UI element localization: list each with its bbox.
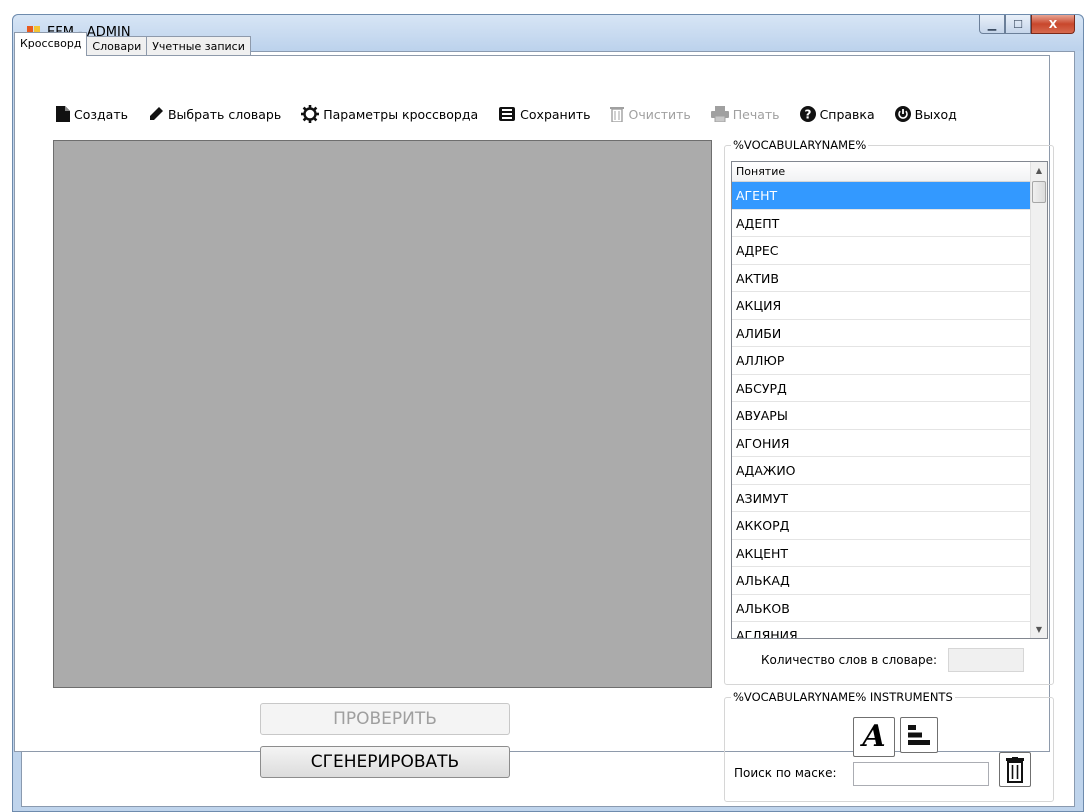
word-row[interactable]: АЗИМУТ <box>732 485 1032 512</box>
select-dictionary-button[interactable]: Выбрать словарь <box>148 106 281 122</box>
word-row[interactable]: АГЕНТ <box>732 182 1032 210</box>
word-row[interactable]: АГЛЯНИЯ <box>732 622 1032 638</box>
tab-crossword[interactable]: Кроссворд <box>14 32 88 56</box>
maximize-button[interactable]: ☐ <box>1005 15 1031 34</box>
check-button[interactable]: ПРОВЕРИТЬ <box>260 703 510 735</box>
scroll-up-icon[interactable]: ▲ <box>1031 162 1047 179</box>
select-dictionary-label: Выбрать словарь <box>167 106 282 122</box>
instruments-group-title: %VOCABULARYNAME% INSTRUMENTS <box>731 690 955 704</box>
clear-button[interactable]: Очистить <box>610 106 691 122</box>
save-button[interactable]: Сохранить <box>498 106 590 122</box>
word-row[interactable]: АЛЬКАД <box>732 567 1032 595</box>
word-count-label: Количество слов в словаре: <box>761 653 938 667</box>
scroll-down-icon[interactable]: ▼ <box>1031 621 1047 638</box>
toolbar: Создать Выбрать словарь Параметры кроссв… <box>56 102 977 126</box>
vertical-scrollbar[interactable]: ▲ ▼ <box>1030 162 1047 638</box>
word-row[interactable]: АДРЕС <box>732 237 1032 265</box>
word-row[interactable]: АКТИВ <box>732 265 1032 292</box>
help-label: Справка <box>819 106 875 122</box>
crossword-canvas[interactable] <box>53 140 712 688</box>
gear-icon <box>301 105 320 123</box>
tab-strip: Кроссворд Словари Учетные записи <box>14 32 251 56</box>
trash-icon <box>1006 756 1024 783</box>
clear-label: Очистить <box>628 106 691 122</box>
word-row[interactable]: АЛЛЮР <box>732 347 1032 375</box>
word-row[interactable]: АДАЖИО <box>732 457 1032 485</box>
exit-label: Выход <box>914 106 957 122</box>
exit-button[interactable]: Выход <box>894 106 957 122</box>
tab-accounts[interactable]: Учетные записи <box>146 36 251 56</box>
svg-text:?: ? <box>804 108 811 122</box>
word-row[interactable]: АКЦЕНТ <box>732 540 1032 567</box>
word-row[interactable]: АВУАРЫ <box>732 402 1032 430</box>
print-button[interactable]: Печать <box>710 106 780 122</box>
sort-bars-icon <box>908 725 930 745</box>
new-file-icon <box>56 106 70 122</box>
save-icon <box>499 107 516 121</box>
word-row[interactable]: АЛЬКОВ <box>732 595 1032 622</box>
word-row[interactable]: АБСУРД <box>732 375 1032 402</box>
tab-dictionaries[interactable]: Словари <box>86 36 148 56</box>
mask-search-label: Поиск по маске: <box>734 766 837 780</box>
word-rows: АГЕНТ АДЕПТ АДРЕС АКТИВ АКЦИЯ АЛИБИ АЛЛЮР АБСУР… <box>732 182 1032 638</box>
print-label: Печать <box>732 106 780 122</box>
word-row[interactable]: АЛИБИ <box>732 320 1032 347</box>
help-button[interactable]: ? Справка <box>799 106 875 122</box>
scroll-thumb[interactable] <box>1032 181 1046 203</box>
power-icon <box>894 106 911 122</box>
create-label: Создать <box>74 106 128 122</box>
crossword-params-button[interactable]: Параметры кроссворда <box>301 105 478 123</box>
column-header-concept[interactable]: Понятие <box>732 162 1032 182</box>
word-row[interactable]: АКЦИЯ <box>732 292 1032 320</box>
crossword-params-label: Параметры кроссворда <box>323 106 479 122</box>
mask-search-input[interactable] <box>853 762 989 786</box>
word-row[interactable]: АГОНИЯ <box>732 430 1032 457</box>
vocabulary-list[interactable]: Понятие АГЕНТ АДЕПТ АДРЕС АКТИВ АКЦИЯ АЛИБИ АЛ… <box>731 161 1048 639</box>
word-row[interactable]: АДЕПТ <box>732 210 1032 237</box>
sort-button[interactable] <box>900 717 938 753</box>
font-icon: A <box>862 719 886 754</box>
generate-button[interactable]: СГЕНЕРИРОВАТЬ <box>260 746 510 778</box>
save-label: Сохранить <box>520 106 591 122</box>
minimize-button[interactable]: ▁ <box>979 15 1005 34</box>
word-count-field <box>948 648 1024 672</box>
close-button[interactable]: X <box>1031 15 1075 34</box>
create-button[interactable]: Создать <box>56 106 128 122</box>
delete-button[interactable] <box>999 752 1031 787</box>
word-row[interactable]: АККОРД <box>732 512 1032 540</box>
printer-icon <box>710 106 729 122</box>
pencil-icon <box>149 107 163 120</box>
trash-icon <box>610 107 625 122</box>
font-button[interactable]: A <box>853 717 895 757</box>
vocabulary-group-title: %VOCABULARYNAME% <box>731 138 869 152</box>
help-icon: ? <box>799 106 816 122</box>
